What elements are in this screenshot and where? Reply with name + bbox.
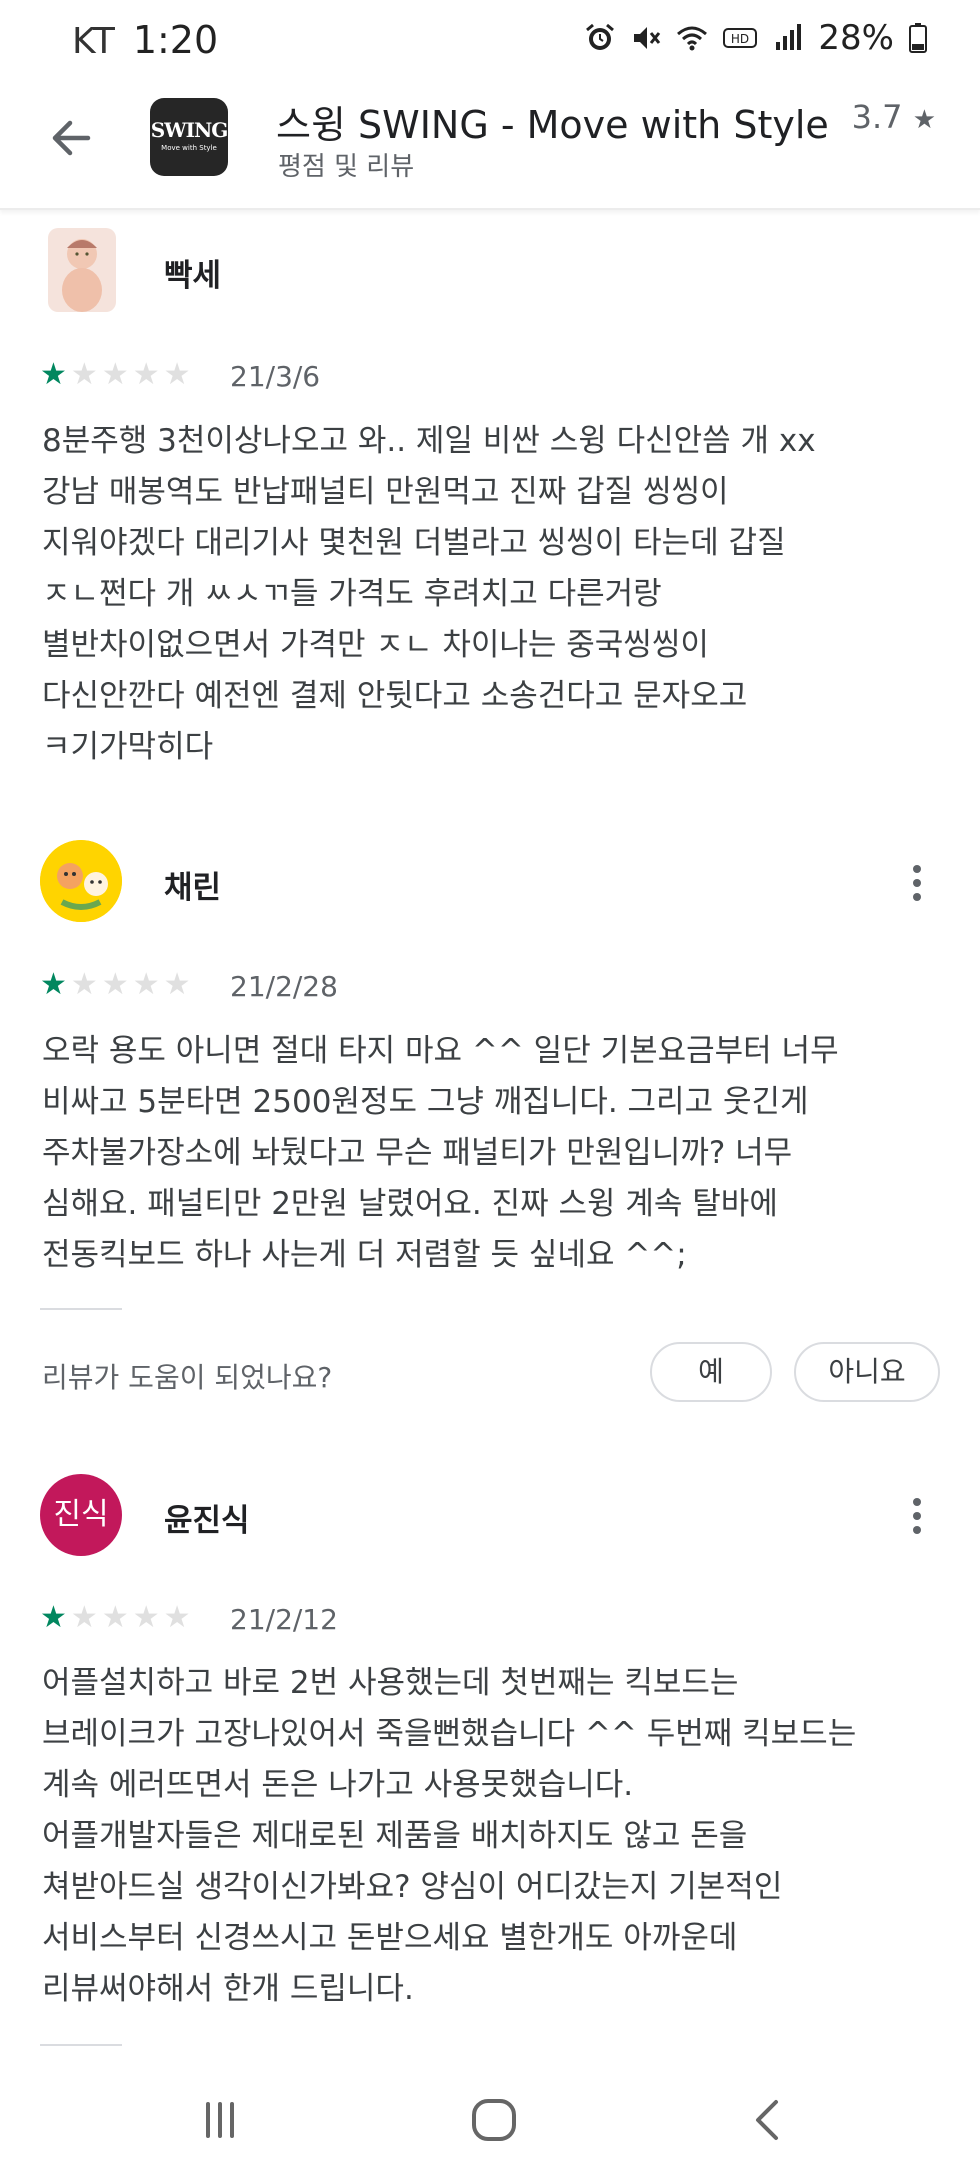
status-bar: KT 1:20 HD 28% bbox=[0, 0, 980, 80]
review-date: 21/2/12 bbox=[230, 1603, 338, 1636]
avatar: 진식 bbox=[40, 1474, 122, 1556]
mute-icon bbox=[634, 27, 661, 49]
home-icon[interactable] bbox=[464, 2090, 524, 2150]
recent-apps-icon[interactable] bbox=[190, 2090, 250, 2150]
star-empty-icon: ★ bbox=[70, 967, 98, 1002]
wifi-icon bbox=[677, 26, 708, 51]
system-nav-bar bbox=[0, 2060, 980, 2177]
app-rating: 3.7 ★ bbox=[852, 98, 936, 136]
avatar bbox=[40, 840, 122, 922]
app-bar: SWING Move with Style 스윙 SWING - Move wi… bbox=[0, 80, 980, 210]
review-text: 8분주행 3천이상나오고 와.. 제일 비싼 스윙 다신안씀 개 xx 강남 매… bbox=[42, 423, 816, 765]
battery-percent: 28% bbox=[818, 18, 894, 58]
carrier-label: KT bbox=[72, 21, 115, 62]
star-rating: ★ ★ ★ ★ ★ bbox=[40, 1603, 191, 1633]
divider bbox=[40, 1308, 122, 1310]
battery-icon bbox=[909, 23, 927, 53]
review-date: 21/3/6 bbox=[230, 360, 321, 393]
helpful-no-button[interactable]: 아니요 bbox=[794, 1342, 940, 1402]
star-empty-icon: ★ bbox=[101, 967, 129, 1002]
star-empty-icon: ★ bbox=[70, 1600, 98, 1635]
star-rating: ★ ★ ★ ★ ★ bbox=[40, 970, 191, 1000]
back-arrow-icon[interactable] bbox=[44, 110, 100, 166]
star-empty-icon: ★ bbox=[163, 967, 191, 1002]
logo-subtext: Move with Style bbox=[161, 144, 217, 152]
reviewer-name: 윤진식 bbox=[164, 1503, 250, 1539]
star-empty-icon: ★ bbox=[101, 1600, 129, 1635]
star-filled-icon: ★ bbox=[40, 357, 67, 392]
more-options-icon[interactable] bbox=[902, 1494, 932, 1544]
cartoon-avatar-icon bbox=[40, 840, 122, 922]
nav-back-icon[interactable] bbox=[738, 2090, 798, 2150]
avatar bbox=[48, 228, 116, 312]
baby-photo-icon bbox=[48, 228, 116, 312]
reviewer-name: 채린 bbox=[164, 870, 222, 906]
star-empty-icon: ★ bbox=[132, 357, 160, 392]
star-empty-icon: ★ bbox=[163, 357, 191, 392]
review-text: 오락 용도 아니면 절대 타지 마요 ^^ 일단 기본요금부터 너무 비싸고 5… bbox=[42, 1033, 839, 1273]
page-subtitle: 평점 및 리뷰 bbox=[278, 152, 415, 182]
signal-icon bbox=[776, 24, 802, 50]
star-empty-icon: ★ bbox=[132, 1600, 160, 1635]
star-empty-icon: ★ bbox=[101, 357, 129, 392]
divider bbox=[40, 2044, 122, 2046]
star-empty-icon: ★ bbox=[163, 1600, 191, 1635]
review-date: 21/2/28 bbox=[230, 970, 338, 1003]
helpful-yes-button[interactable]: 예 bbox=[650, 1342, 772, 1402]
svg-text:HD: HD bbox=[731, 32, 749, 46]
star-rating: ★ ★ ★ ★ ★ bbox=[40, 360, 191, 390]
review-text: 어플설치하고 바로 2번 사용했는데 첫번째는 킥보드는 브레이크가 고장나있어… bbox=[42, 1665, 857, 2007]
helpful-question: 리뷰가 도움이 되었나요? bbox=[42, 1361, 333, 1394]
rating-value: 3.7 bbox=[851, 98, 903, 136]
star-filled-icon: ★ bbox=[40, 1600, 67, 1635]
logo-text: SWING bbox=[150, 118, 229, 142]
rating-star-icon: ★ bbox=[912, 105, 936, 135]
clock: 1:20 bbox=[132, 18, 219, 62]
star-empty-icon: ★ bbox=[70, 357, 98, 392]
app-title: 스윙 SWING - Move with Style bbox=[276, 103, 829, 147]
star-filled-icon: ★ bbox=[40, 967, 67, 1002]
hd-icon: HD bbox=[723, 28, 758, 48]
more-options-icon[interactable] bbox=[902, 861, 932, 911]
reviewer-name: 빡세 bbox=[164, 258, 222, 294]
status-right: HD 28% bbox=[584, 18, 928, 58]
app-logo: SWING Move with Style bbox=[150, 98, 228, 176]
alarm-icon bbox=[586, 23, 615, 50]
avatar-initials: 진식 bbox=[53, 1497, 109, 1532]
status-left: KT 1:20 bbox=[72, 18, 218, 62]
star-empty-icon: ★ bbox=[132, 967, 160, 1002]
